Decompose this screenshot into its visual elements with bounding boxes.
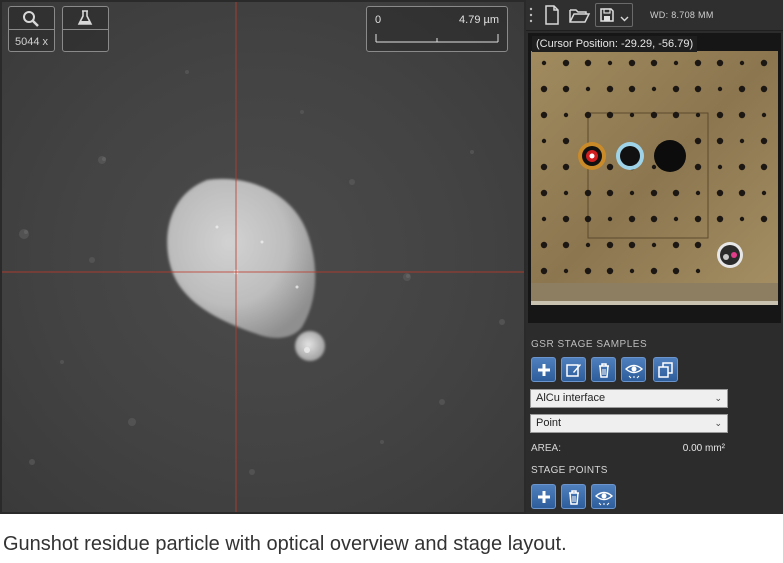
area-label: AREA:: [531, 443, 562, 454]
sample-select-value: AlCu interface: [536, 392, 606, 404]
scale-length-label: 4.79 µm: [459, 14, 499, 26]
view-icon: [625, 364, 643, 379]
sample-stub-empty: [654, 140, 686, 172]
scale-start-label: 0: [375, 14, 382, 26]
sem-image-viewport[interactable]: 5044 x 0 4.79 µm: [2, 2, 524, 512]
toolbar: WD: 8.708 MM: [526, 0, 783, 31]
divider: [63, 29, 108, 30]
edit-icon: [566, 364, 581, 377]
sample-stub-red: [578, 142, 606, 170]
mode-select[interactable]: Point ⌄: [530, 414, 728, 433]
add-point-button[interactable]: [531, 484, 556, 509]
magnification-box[interactable]: 5044 x: [8, 6, 55, 52]
optical-overview[interactable]: [528, 33, 781, 323]
area-value: 0.00 mm²: [682, 443, 725, 454]
save-button[interactable]: [595, 3, 633, 27]
chevron-down-icon: ⌄: [714, 418, 722, 428]
cursor-position-readout: (Cursor Position: -29.29, -56.79): [532, 36, 698, 52]
delete-point-button[interactable]: [561, 484, 586, 509]
chevron-down-icon[interactable]: [620, 10, 629, 28]
add-sample-button[interactable]: [531, 357, 556, 382]
sem-image: [2, 2, 524, 512]
right-panel: WD: 8.708 MM (Cursor Position: -29.29, -…: [526, 0, 783, 514]
mode-select-value: Point: [536, 417, 562, 429]
magnification-value: 5044 x: [14, 36, 49, 48]
copy-icon: [658, 362, 673, 378]
add-icon: [538, 364, 550, 376]
divider: [9, 29, 54, 30]
sample-stub-blue: [616, 142, 644, 170]
flask-icon[interactable]: [77, 10, 93, 31]
app-window: 5044 x 0 4.79 µm WD: 8.708 MM (Cursor Po…: [0, 0, 783, 514]
copy-sample-button[interactable]: [653, 357, 678, 382]
delete-icon: [569, 490, 579, 505]
working-distance: WD: 8.708 MM: [650, 10, 714, 20]
view-sample-button[interactable]: [621, 357, 646, 382]
scale-bar-box: 0 4.79 µm: [366, 6, 508, 52]
delete-sample-button[interactable]: [591, 357, 616, 382]
figure-caption: Gunshot residue particle with optical ov…: [3, 533, 567, 555]
chevron-down-icon: ⌄: [714, 393, 722, 403]
sample-stub-pink: [717, 242, 743, 268]
new-document-icon[interactable]: [540, 3, 564, 27]
detector-box[interactable]: [62, 6, 109, 52]
stage-overview-image: [528, 33, 781, 323]
stage-points-title: STAGE POINTS: [531, 465, 608, 476]
sample-select[interactable]: AlCu interface ⌄: [530, 389, 728, 408]
view-icon: [595, 491, 613, 506]
grip-icon[interactable]: [528, 6, 534, 24]
open-folder-icon[interactable]: [567, 3, 591, 27]
delete-icon: [599, 363, 609, 378]
gsr-stage-samples-title: GSR STAGE SAMPLES: [531, 339, 648, 350]
edit-sample-button[interactable]: [561, 357, 586, 382]
add-icon: [538, 491, 550, 503]
scale-bar: [375, 34, 499, 43]
view-point-button[interactable]: [591, 484, 616, 509]
